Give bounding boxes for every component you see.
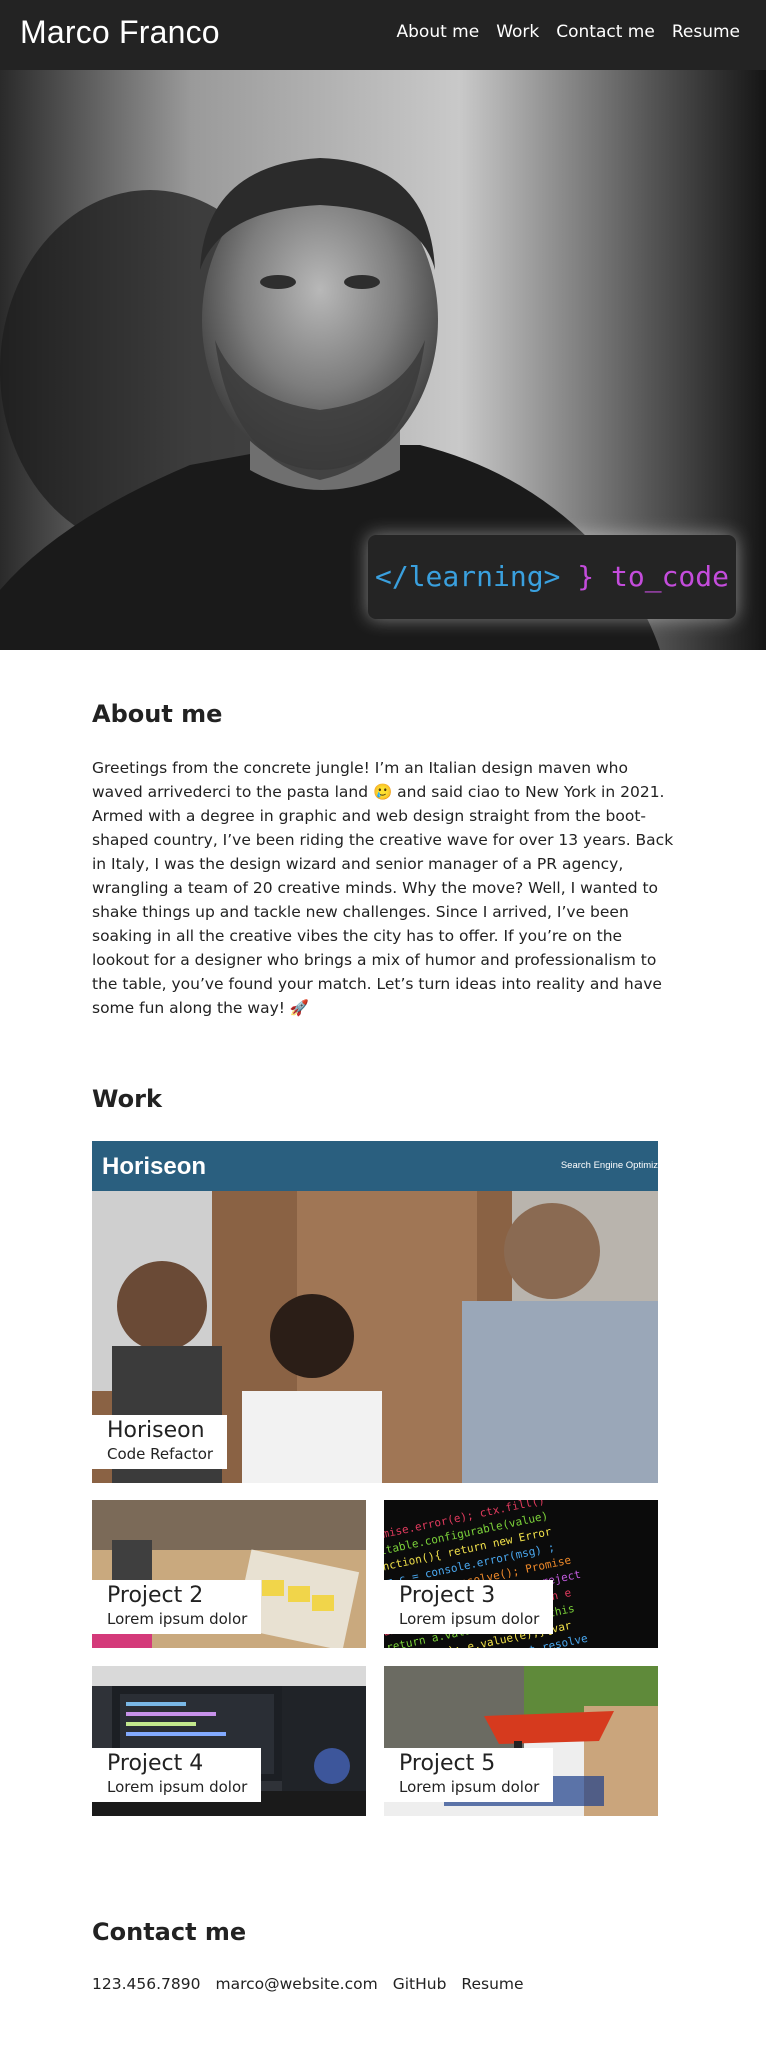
- contact-heading: Contact me: [92, 1918, 247, 1946]
- badge-close-text: } to_code: [577, 560, 729, 593]
- project-title: Project 3: [399, 1583, 496, 1608]
- about-heading: About me: [92, 700, 223, 728]
- about-paragraph: Greetings from the concrete jungle! I’m …: [92, 759, 674, 1017]
- nav-about-me[interactable]: About me: [397, 22, 480, 42]
- contact-list: 123.456.7890 marco@website.com GitHub Re…: [92, 1975, 524, 1993]
- horiseon-nav-text: Search Engine Optimiz: [560, 1160, 658, 1171]
- project-title: Project 4: [107, 1751, 204, 1776]
- project-label-3: Project 3 Lorem ipsum dolor: [384, 1580, 554, 1634]
- project-label-horiseon: Horiseon Code Refactor: [92, 1415, 228, 1469]
- hero-section: </learning> } to_code: [0, 70, 766, 650]
- code-badge: </learning> } to_code: [368, 535, 736, 619]
- nav-contact-me[interactable]: Contact me: [556, 22, 655, 42]
- nav-resume[interactable]: Resume: [672, 22, 740, 42]
- work-heading: Work: [92, 1085, 162, 1113]
- project-label-5: Project 5 Lorem ipsum dolor: [384, 1748, 554, 1802]
- project-title: Project 5: [399, 1751, 496, 1776]
- project-card-3[interactable]: promise.error(e); ctx.fill() writable.co…: [384, 1500, 658, 1648]
- project-subtitle: Lorem ipsum dolor: [399, 1610, 540, 1628]
- contact-resume-link[interactable]: Resume: [461, 1975, 523, 1993]
- project-label-4: Project 4 Lorem ipsum dolor: [92, 1748, 262, 1802]
- project-subtitle: Lorem ipsum dolor: [107, 1610, 248, 1628]
- contact-email-link[interactable]: marco@website.com: [215, 1975, 377, 1993]
- project-title: Horiseon: [107, 1418, 205, 1443]
- project-label-2: Project 2 Lorem ipsum dolor: [92, 1580, 262, 1634]
- project-subtitle: Lorem ipsum dolor: [107, 1778, 248, 1796]
- project-card-4[interactable]: Project 4 Lorem ipsum dolor: [92, 1666, 366, 1816]
- site-brand[interactable]: Marco Franco: [20, 14, 220, 51]
- project-title: Project 2: [107, 1583, 204, 1608]
- main-nav: About me Work Contact me Resume: [397, 22, 741, 42]
- project-card-5[interactable]: Project 5 Lorem ipsum dolor: [384, 1666, 658, 1816]
- site-header: Marco Franco About me Work Contact me Re…: [0, 0, 766, 70]
- project-subtitle: Code Refactor: [107, 1445, 214, 1463]
- horiseon-logo-text: Horiseon: [102, 1153, 207, 1180]
- project-card-2[interactable]: Project 2 Lorem ipsum dolor: [92, 1500, 366, 1648]
- project-card-horiseon[interactable]: Horiseon Search Engine Optimiz Horiseon …: [92, 1141, 658, 1483]
- nav-work[interactable]: Work: [496, 22, 539, 42]
- project-subtitle: Lorem ipsum dolor: [399, 1778, 540, 1796]
- contact-phone-link[interactable]: 123.456.7890: [92, 1975, 200, 1993]
- contact-github-link[interactable]: GitHub: [393, 1975, 447, 1993]
- badge-open-text: </learning>: [374, 560, 561, 593]
